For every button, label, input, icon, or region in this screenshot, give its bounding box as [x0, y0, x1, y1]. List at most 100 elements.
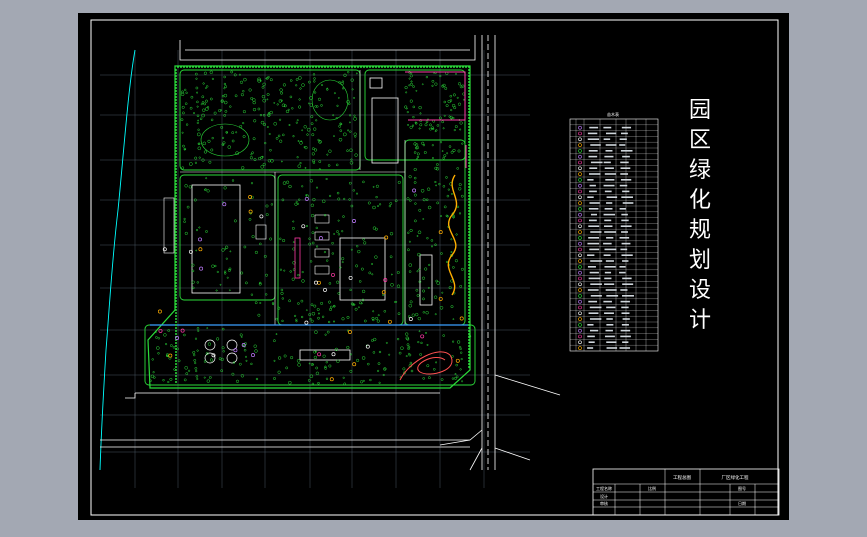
legend-text-line [603, 242, 612, 245]
legend-text-line [604, 277, 612, 280]
hedge-dot [468, 93, 470, 95]
hedge-dot [468, 204, 470, 206]
hedge-dot [252, 66, 254, 68]
legend-text-line [603, 213, 616, 216]
hedge-dot [468, 228, 470, 230]
hedge-dot [175, 96, 177, 98]
legend-text-line [603, 300, 612, 303]
legend-text-line [621, 213, 628, 216]
hedge-dot [195, 66, 197, 68]
hedge-dot [468, 354, 470, 356]
hedge-dot [468, 177, 470, 179]
hedge-dot [175, 141, 177, 143]
hedge-dot [393, 66, 395, 68]
legend-text-line [619, 271, 626, 274]
hedge-dot [468, 180, 470, 182]
hedge-dot [264, 66, 266, 68]
hedge-dot [468, 312, 470, 314]
legend-text-line [603, 161, 611, 164]
hedge-dot [468, 351, 470, 353]
legend-text-line [590, 161, 603, 164]
hedge-dot [468, 96, 470, 98]
legend-text-line [621, 242, 631, 245]
hedge-dot [468, 303, 470, 305]
hedge-dot [468, 336, 470, 338]
hedge-dot [468, 285, 470, 287]
hedge-dot [456, 66, 458, 68]
hedge-dot [175, 147, 177, 149]
hedge-dot [216, 66, 218, 68]
legend-text-line [587, 266, 596, 268]
hedge-dot [175, 192, 177, 194]
hedge-dot [468, 69, 470, 71]
hedge-dot [175, 231, 177, 233]
hedge-dot [180, 66, 182, 68]
hedge-dot [175, 267, 177, 269]
hedge-dot [240, 66, 242, 68]
legend-text-line [621, 231, 628, 233]
hedge-dot [175, 189, 177, 191]
hedge-dot [468, 99, 470, 101]
legend-text-line [590, 231, 602, 233]
hedge-dot [408, 66, 410, 68]
hedge-dot [468, 213, 470, 215]
hedge-dot [468, 234, 470, 236]
legend-text-line [603, 184, 615, 187]
hedge-dot [366, 66, 368, 68]
legend-text-line [622, 341, 629, 343]
legend-text-line [588, 237, 600, 239]
hedge-dot [468, 201, 470, 203]
hedge-dot [468, 243, 470, 245]
legend-text-line [622, 260, 629, 262]
hedge-dot [175, 225, 177, 227]
hedge-dot [175, 273, 177, 275]
hedge-dot [175, 306, 177, 308]
hedge-dot [273, 66, 275, 68]
hedge-dot [175, 144, 177, 146]
legend-text-line [604, 248, 617, 251]
hedge-dot [468, 231, 470, 233]
legend-text-line [605, 132, 617, 135]
legend-text-line [603, 254, 611, 256]
hedge-dot [468, 159, 470, 161]
hedge-dot [468, 135, 470, 137]
hedge-dot [327, 66, 329, 68]
hedge-dot [468, 255, 470, 257]
legend-text-line [603, 138, 611, 140]
cad-viewport[interactable]: 苗木表 园区绿化规划设计 工程总图 厂区绿化工程 工程名称 设计 审核 比例 图… [0, 0, 867, 533]
hedge-dot [468, 183, 470, 185]
hedge-dot [468, 171, 470, 173]
legend-text-line [589, 271, 599, 274]
legend-text-line [589, 184, 596, 187]
hedge-dot [468, 120, 470, 122]
hedge-dot [175, 174, 177, 176]
hedge-dot [468, 252, 470, 254]
hedge-dot [175, 162, 177, 164]
legend-text-line [587, 196, 594, 198]
hedge-dot [175, 213, 177, 215]
hedge-dot [468, 66, 470, 68]
hedge-dot [438, 66, 440, 68]
legend-text-line [605, 289, 617, 291]
legend-text-line [620, 132, 628, 135]
hedge-dot [462, 66, 464, 68]
hedge-dot [175, 309, 177, 311]
legend-text-line [604, 312, 614, 314]
hedge-dot [465, 66, 467, 68]
hedge-dot [468, 237, 470, 239]
hedge-dot [175, 123, 177, 125]
legend-text-line [621, 196, 633, 198]
hedge-dot [369, 66, 371, 68]
drawing-name: 工程总图 [673, 474, 691, 481]
hedge-dot [468, 72, 470, 74]
hedge-dot [468, 279, 470, 281]
legend-text-line [604, 266, 616, 268]
legend-text-line [587, 347, 594, 349]
legend-text-line [622, 277, 632, 280]
hedge-dot [175, 318, 177, 320]
hedge-dot [420, 66, 422, 68]
hedge-dot [175, 135, 177, 137]
hedge-dot [175, 138, 177, 140]
hedge-dot [468, 291, 470, 293]
hedge-dot [261, 66, 263, 68]
